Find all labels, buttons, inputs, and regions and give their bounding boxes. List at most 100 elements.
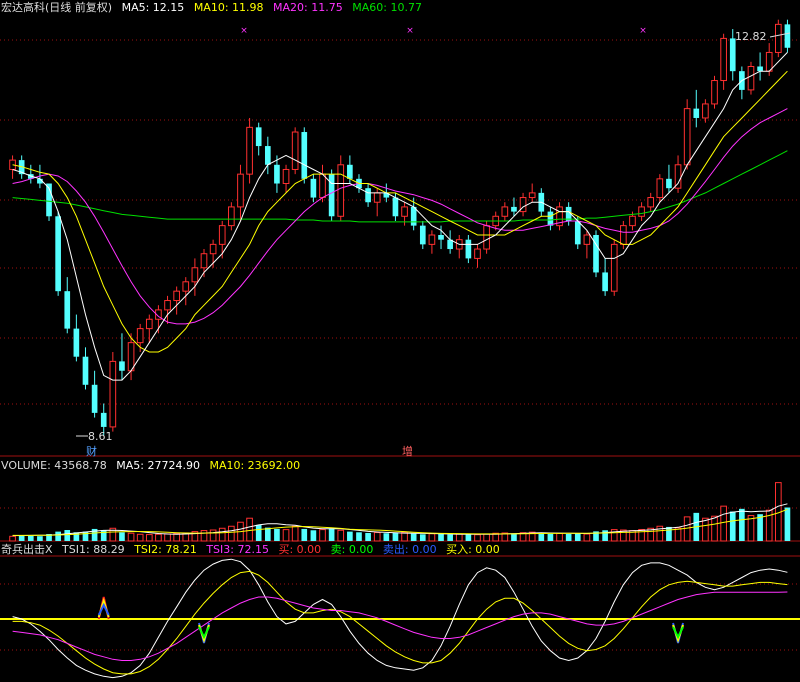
candle-body [319,173,326,199]
volume-bar [319,529,326,542]
volume-bar [511,533,517,541]
candle-body [483,225,490,250]
volume-bar [373,532,381,542]
volume-bar [164,533,171,542]
candle-body [127,342,135,372]
ma60-label: MA60: 10.77 [352,1,422,14]
candle-body [711,80,718,105]
candle-body [693,108,700,118]
candle-body [237,173,244,208]
volume-bar [356,532,362,541]
candle-body [347,164,353,179]
high-price-label: 12.82 [735,30,767,43]
candle-body [528,192,536,199]
ma10-line [12,70,788,353]
volume-bar [209,529,217,542]
ma10-label: MA10: 11.98 [193,1,264,14]
candle-body [401,206,408,217]
candle-body [64,291,71,329]
candle-body [182,281,190,292]
candle-body [328,174,335,217]
candle-body [428,234,436,245]
volume-panel[interactable] [9,482,791,542]
volume-bar [666,526,672,541]
volume-bar [419,534,426,541]
ma20-label: MA20: 11.75 [273,1,343,14]
volume-bar [127,532,135,542]
candle-body [200,253,208,269]
candle-body [119,361,125,371]
volume-bar [757,514,763,541]
candle-body [583,234,591,245]
candle-body [264,146,271,165]
candle-body [683,108,691,166]
volume-bar [602,530,608,541]
stock-chart[interactable]: × × × [0,0,800,682]
candle-body [702,103,709,119]
candle-body [465,239,472,259]
volume-bar [447,534,453,541]
volume-bar [119,532,125,541]
candle-body [291,131,299,170]
volume-bar [474,534,481,542]
candle-body [228,206,235,227]
candle-body [765,51,773,72]
volume-bar [328,528,335,541]
buy-in-label: 买入: 0.00 [446,543,500,556]
candle-body [274,164,280,184]
candle-body [602,272,608,292]
volume-bar [729,511,736,541]
volume-bar [37,536,43,541]
volume-bar [702,517,709,542]
volume-bar [383,533,390,541]
top-marker: × [639,26,647,36]
candle-body [255,127,262,147]
volume-bar [428,533,436,542]
volume-bar [64,530,71,541]
tsi1-label: TSI1: 88.29 [62,543,125,556]
candle-body [91,384,98,413]
buy-signal-mark [97,602,110,616]
indicator-name: 奇兵出击X [1,543,53,556]
volume-bar [556,532,563,542]
candle-body [656,178,664,199]
tsi-panel[interactable] [0,558,800,679]
volume-bar [784,507,791,541]
candle-body [647,197,655,208]
volume-bar [347,531,353,541]
volume-bar [27,535,34,541]
candle-body [365,188,371,203]
low-price-label: 8.61 [88,430,113,443]
candle-body [620,225,627,245]
stock-title: 宏达高科(日线 前复权) [1,1,113,14]
candle-body [173,290,180,302]
volume-bar [574,533,581,541]
candle-body [164,300,171,311]
candle-body [55,216,61,292]
vol-ma5-label: MA5: 27724.90 [116,459,200,472]
price-panel[interactable]: × × × [9,19,791,437]
volume-header: VOLUME: 43568.78 MA5: 27724.90 MA10: 236… [1,459,306,472]
volume-label: VOLUME: 43568.78 [1,459,107,472]
candle-body [474,248,481,259]
volume-bar [438,534,444,541]
candle-body [501,206,509,217]
volume-bar [145,534,153,542]
event-marker-finance[interactable]: 财 [86,443,97,459]
event-marker-increase[interactable]: 增 [402,443,413,459]
candle-body [511,206,517,212]
sell-signal-mark [198,626,210,640]
volume-bar [255,524,262,541]
candle-body [145,318,153,330]
volume-bar [301,528,308,541]
candle-body [136,328,144,344]
volume-bar [228,525,235,542]
volume-bar [274,528,280,541]
volume-bar [55,531,61,541]
tsi-header: 奇兵出击X TSI1: 88.29 TSI2: 78.21 TSI3: 72.1… [1,543,506,556]
volume-bar [483,533,490,542]
sell-signal-label: 卖: 0.00 [330,543,374,556]
top-marker: × [240,26,248,36]
volume-bar [392,532,399,541]
volume-bar [282,529,290,542]
